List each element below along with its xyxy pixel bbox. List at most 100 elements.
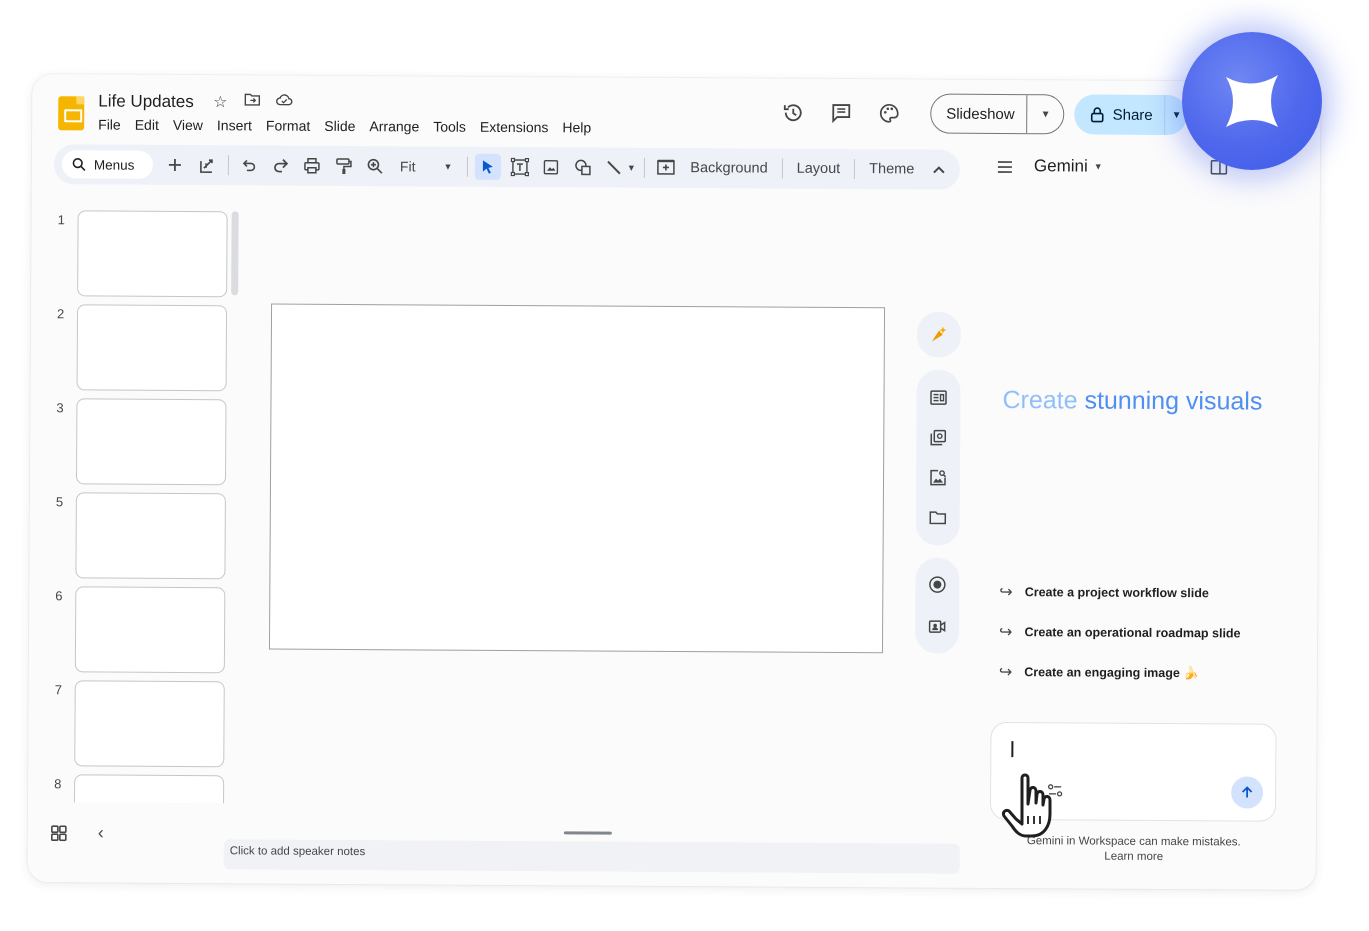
shape-icon[interactable] xyxy=(570,154,596,180)
suggestion-chip[interactable]: ↪ Create an engaging image 🍌 xyxy=(999,662,1199,683)
lock-icon xyxy=(1091,107,1104,123)
comments-icon[interactable] xyxy=(828,100,854,126)
zoom-dropdown-icon: ▼ xyxy=(443,161,453,172)
slide-filmstrip: 1 2 3 5 6 7 8 xyxy=(42,202,242,804)
select-cursor-icon[interactable] xyxy=(475,153,501,180)
video-camera-icon[interactable] xyxy=(925,615,949,639)
menu-arrange[interactable]: Arrange xyxy=(369,118,419,134)
filmstrip-slide[interactable]: 1 xyxy=(45,210,236,298)
slide-number: 3 xyxy=(56,400,64,416)
zoom-value: Fit xyxy=(399,158,416,175)
hand-cursor-icon xyxy=(1002,773,1052,838)
suggestion-label: Create an engaging image 🍌 xyxy=(1024,664,1199,680)
slideshow-dropdown-icon[interactable]: ▼ xyxy=(1028,109,1064,120)
toolbar-divider xyxy=(466,156,468,177)
suggestion-chip[interactable]: ↪ Create a project workflow slide xyxy=(999,582,1209,603)
redo-icon[interactable] xyxy=(268,153,294,179)
menu-slide[interactable]: Slide xyxy=(324,118,355,134)
new-slide-icon[interactable] xyxy=(162,152,188,178)
menu-view[interactable]: View xyxy=(173,117,203,133)
add-comment-icon[interactable] xyxy=(653,155,679,181)
grid-view-icon[interactable] xyxy=(50,824,72,846)
slides-logo[interactable] xyxy=(58,96,85,131)
slide-canvas[interactable] xyxy=(268,303,886,654)
slide-library-icon[interactable] xyxy=(926,426,950,450)
menu-format[interactable]: Format xyxy=(266,118,310,134)
filmstrip-slide[interactable]: 7 xyxy=(42,680,233,768)
line-dropdown-icon[interactable]: ▼ xyxy=(627,163,636,173)
gemini-title: Gemini xyxy=(1033,156,1088,176)
record-icon[interactable] xyxy=(925,573,949,597)
menu-extensions[interactable]: Extensions xyxy=(480,119,549,135)
zoom-icon[interactable] xyxy=(362,153,388,179)
zoom-select[interactable]: Fit ▼ xyxy=(394,158,459,174)
collapse-toolbar-icon[interactable] xyxy=(926,157,952,183)
menu-bar: File Edit View Insert Format Slide Arran… xyxy=(98,116,591,135)
search-icon xyxy=(72,158,86,171)
slide-thumbnail[interactable] xyxy=(77,210,228,298)
slide-thumbnail[interactable] xyxy=(76,304,228,392)
print-icon[interactable] xyxy=(299,153,325,179)
star-icon[interactable]: ☆ xyxy=(210,92,230,112)
filmstrip-slide[interactable]: 3 xyxy=(44,398,235,486)
speaker-notes-icon[interactable] xyxy=(926,386,950,410)
undo-icon[interactable] xyxy=(236,152,262,178)
insert-image-icon[interactable] xyxy=(538,154,564,180)
slide-number: 5 xyxy=(55,494,64,510)
share-label: Share xyxy=(1112,106,1153,124)
search-menus-label: Menus xyxy=(93,156,135,173)
main-toolbar: Menus Fit ▼ ▼ Background Layout Theme xyxy=(53,144,961,190)
filmstrip-slide[interactable]: 8 xyxy=(42,774,232,804)
line-tool-icon[interactable] xyxy=(601,155,627,181)
theme-button[interactable]: Theme xyxy=(863,161,920,177)
learn-more-link[interactable]: Learn more xyxy=(1004,849,1264,866)
gemini-model-selector[interactable]: Gemini ▼ xyxy=(1034,156,1103,176)
menu-edit[interactable]: Edit xyxy=(135,117,159,133)
share-button[interactable]: Share xyxy=(1074,94,1166,135)
version-history-icon[interactable] xyxy=(780,100,806,126)
slide-thumbnail[interactable] xyxy=(75,492,226,580)
side-rail-tools xyxy=(915,369,961,546)
gemini-headline: Create stunning visuals xyxy=(1002,386,1262,417)
paint-format-icon[interactable] xyxy=(331,153,357,179)
share-button-group: Share ▼ xyxy=(1074,94,1188,136)
slide-thumbnail[interactable] xyxy=(74,586,226,674)
move-folder-icon[interactable] xyxy=(242,92,262,112)
document-title[interactable]: Life Updates xyxy=(98,91,194,112)
theme-palette-icon[interactable] xyxy=(876,100,902,126)
gemini-rail-button[interactable] xyxy=(916,311,962,358)
collapse-filmstrip-icon[interactable]: ‹ xyxy=(98,822,104,843)
menu-tools[interactable]: Tools xyxy=(433,119,466,135)
slides-app-window: Life Updates ☆ File Edit View Insert For… xyxy=(27,74,1321,890)
slideshow-button[interactable]: Slideshow xyxy=(931,94,1028,134)
slide-number: 6 xyxy=(55,588,63,604)
slide-thumbnail[interactable] xyxy=(74,680,225,768)
side-rail-media xyxy=(914,557,960,654)
top-actions: Slideshow ▼ Share ▼ xyxy=(780,93,1188,136)
send-button[interactable] xyxy=(1231,776,1264,809)
hamburger-menu-icon[interactable] xyxy=(996,160,1016,180)
menu-file[interactable]: File xyxy=(98,116,121,132)
text-box-icon[interactable] xyxy=(507,154,533,180)
search-menus[interactable]: Menus xyxy=(61,150,153,179)
menu-insert[interactable]: Insert xyxy=(217,117,252,133)
filmstrip-scrollbar[interactable] xyxy=(231,211,239,296)
filmstrip-slide[interactable]: 2 xyxy=(45,304,236,392)
gemini-caret-icon: ▼ xyxy=(1093,161,1103,172)
background-button[interactable]: Background xyxy=(684,160,773,177)
toolbar-divider xyxy=(227,155,229,176)
slide-thumbnail[interactable] xyxy=(75,398,227,486)
suggestion-chip[interactable]: ↪ Create an operational roadmap slide xyxy=(999,622,1241,643)
new-slide-with-layout-icon[interactable] xyxy=(194,152,220,178)
folder-icon[interactable] xyxy=(926,506,950,530)
filmstrip-slide[interactable]: 6 xyxy=(43,586,234,674)
slide-thumbnail[interactable] xyxy=(73,774,225,804)
image-search-icon[interactable] xyxy=(926,466,950,490)
cloud-status-icon[interactable] xyxy=(274,93,294,113)
title-actions: ☆ xyxy=(210,92,294,113)
speaker-notes-field[interactable]: Click to add speaker notes xyxy=(223,839,960,874)
notes-resize-handle[interactable] xyxy=(563,831,612,835)
layout-button[interactable]: Layout xyxy=(791,161,847,177)
menu-help[interactable]: Help xyxy=(562,119,591,135)
filmstrip-slide[interactable]: 5 xyxy=(43,492,234,580)
